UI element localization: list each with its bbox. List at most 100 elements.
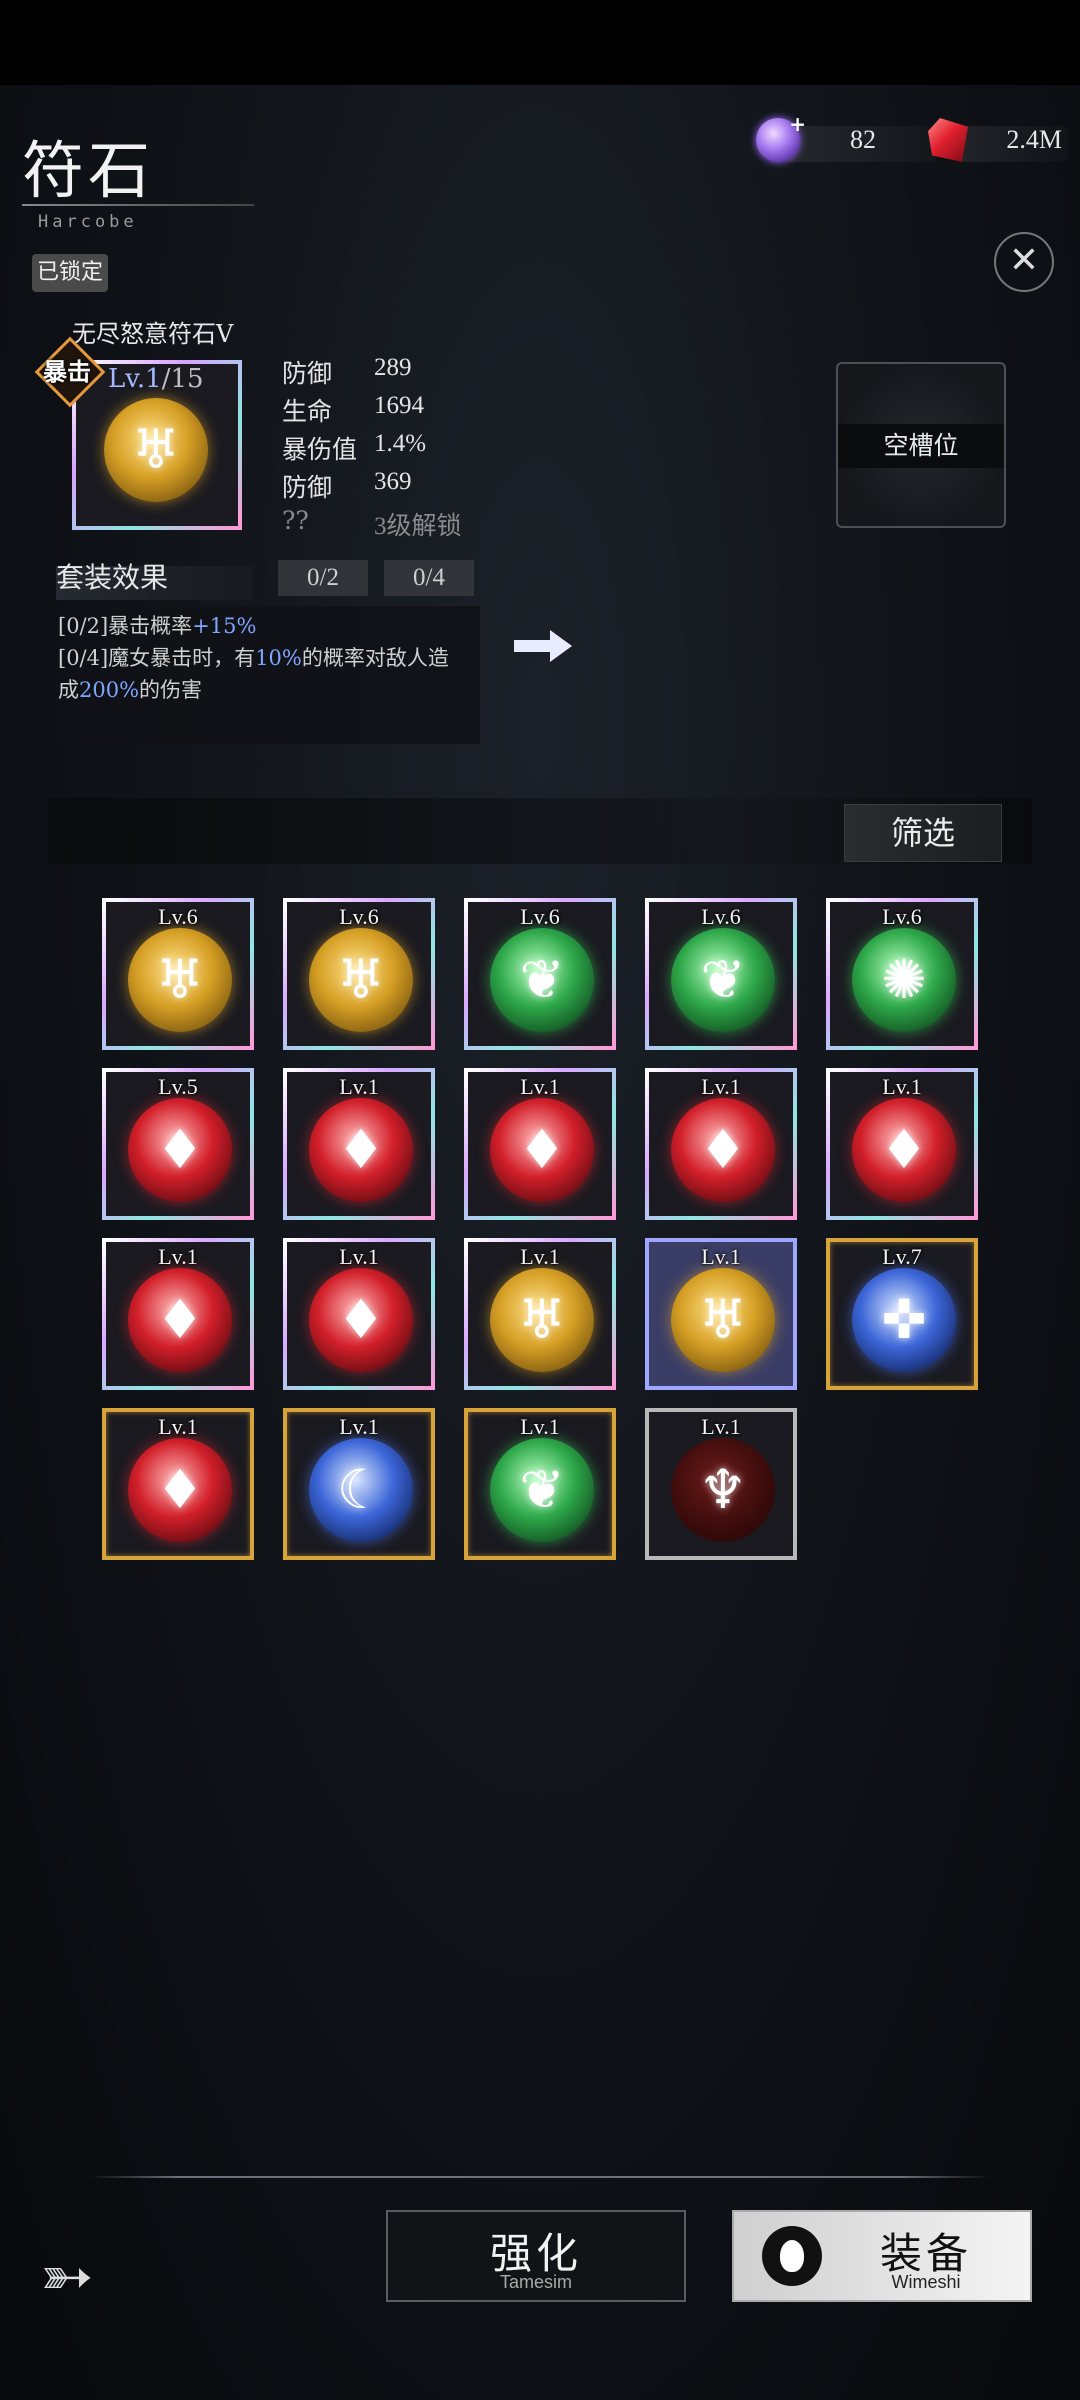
stat-value: 3级解锁 <box>374 513 462 540</box>
stat-key: 防御 <box>282 359 333 388</box>
flame-icon: ♦ <box>852 1098 956 1202</box>
rune-slot[interactable]: Lv.7 ✜ <box>826 1238 978 1390</box>
fang-icon: ♅ <box>309 928 413 1032</box>
rune-slot[interactable]: Lv.1 ♆ <box>645 1408 797 1560</box>
rune-slot-level: Lv.1 <box>520 1074 560 1099</box>
fang-icon: ♅ <box>671 1268 775 1372</box>
rune-slot[interactable]: Lv.6 ♅ <box>283 898 435 1050</box>
rune-slot-level: Lv.1 <box>701 1244 741 1269</box>
rune-slot[interactable]: Lv.1 ♦ <box>464 1068 616 1220</box>
rune-slot[interactable]: Lv.6 ❦ <box>464 898 616 1050</box>
rune-level-max: /15 <box>161 364 204 394</box>
currency-value: 2.4M <box>1006 125 1062 154</box>
flame-icon: ♦ <box>671 1098 775 1202</box>
rune-slot-level: Lv.6 <box>520 904 560 929</box>
rune-slot-level: Lv.1 <box>339 1414 379 1439</box>
empty-slot-label: 空槽位 <box>838 424 1004 468</box>
currency-purple-gem[interactable]: + 82 <box>756 112 936 168</box>
fang-icon: ♅ <box>490 1268 594 1372</box>
divider-line <box>90 2176 990 2178</box>
page-subtitle: Harcobe <box>38 212 138 232</box>
page-title: 符石 <box>22 134 155 207</box>
rune-slot-level: Lv.1 <box>158 1244 198 1269</box>
rune-slot[interactable]: Lv.1 ♅ <box>464 1238 616 1390</box>
set-value: 200% <box>79 678 140 702</box>
drop-icon: ❦ <box>490 1438 594 1542</box>
fang-icon: ♅ <box>128 928 232 1032</box>
crit-badge-label: 暴击 <box>43 358 91 386</box>
stat-key: 暴伤值 <box>282 435 358 464</box>
flame-icon: ♦ <box>490 1098 594 1202</box>
set-counter-2: 0/2 <box>278 560 368 596</box>
stat-row-locked: ?? 3级解锁 <box>282 506 482 542</box>
equip-button[interactable]: 装备 Wimeshi <box>732 2210 1032 2302</box>
stat-value: 289 <box>374 354 412 381</box>
stat-row: 暴伤值 1.4% <box>282 430 482 466</box>
set-line-2: [0/4]魔女暴击时，有10%的概率对敌人造 <box>58 642 480 674</box>
set-effect-description: [0/2]暴击概率+15% [0/4]魔女暴击时，有10%的概率对敌人造 成20… <box>56 606 480 744</box>
set-text: [0/4]魔女暴击时，有 <box>58 646 256 670</box>
equip-sublabel: Wimeshi <box>891 2272 961 2292</box>
rune-slot[interactable]: Lv.6 ♅ <box>102 898 254 1050</box>
stat-value: 1.4% <box>374 430 427 457</box>
rune-slot-level: Lv.1 <box>520 1414 560 1439</box>
flame-icon: ♦ <box>309 1098 413 1202</box>
close-x-icon[interactable]: ✕ <box>994 232 1054 292</box>
currency-red-crystal[interactable]: 2.4M <box>928 118 1068 168</box>
rune-slot[interactable]: Lv.6 ❦ <box>645 898 797 1050</box>
status-bar <box>0 0 1080 85</box>
rune-slot-level: Lv.7 <box>882 1244 922 1269</box>
stat-value: 1694 <box>374 392 424 419</box>
rune-slot-level: Lv.5 <box>158 1074 198 1099</box>
rune-level: Lv.1/15 <box>108 364 204 394</box>
tree-icon: ♆ <box>671 1438 775 1542</box>
rune-slot[interactable]: Lv.1 ♦ <box>102 1238 254 1390</box>
rune-slot[interactable]: Lv.1 ❦ <box>464 1408 616 1560</box>
set-value: 10% <box>255 646 302 670</box>
moon-star-icon: ☾ <box>309 1438 413 1542</box>
set-line-3: 成200%的伤害 <box>58 674 480 706</box>
set-text: 的伤害 <box>139 678 203 702</box>
rune-slot[interactable]: Lv.1 ♦ <box>826 1068 978 1220</box>
locked-toggle-button[interactable]: 已锁定 <box>32 254 108 292</box>
flame-icon: ♦ <box>309 1268 413 1372</box>
red-crystal-icon <box>928 118 968 162</box>
enhance-button[interactable]: 强化 Tamesim <box>386 2210 686 2302</box>
rune-slot[interactable]: Lv.1 ♦ <box>102 1408 254 1560</box>
rune-slot-level: Lv.6 <box>701 904 741 929</box>
set-text: 的概率对敌人造 <box>301 646 449 670</box>
stat-value: 369 <box>374 468 412 495</box>
crit-badge: 暴击 <box>34 336 106 408</box>
rune-slot[interactable]: Lv.5 ♦ <box>102 1068 254 1220</box>
cross-star-icon: ✜ <box>852 1268 956 1372</box>
rune-slot-level: Lv.1 <box>339 1244 379 1269</box>
rune-slot-level: Lv.1 <box>520 1244 560 1269</box>
title-underline <box>22 204 254 206</box>
stat-row: 防御 289 <box>282 354 482 390</box>
stat-key: ?? <box>282 506 309 535</box>
currency-value: 82 <box>850 125 876 154</box>
rune-slot[interactable]: Lv.6 ✺ <box>826 898 978 1050</box>
drop-icon: ❦ <box>490 928 594 1032</box>
rune-slot[interactable]: Lv.1 ♦ <box>645 1068 797 1220</box>
rune-slot-level: Lv.6 <box>882 904 922 929</box>
rune-slot[interactable]: Lv.1 ♦ <box>283 1068 435 1220</box>
arrow-right-icon[interactable] <box>510 626 574 666</box>
stat-row: 防御 369 <box>282 468 482 504</box>
rune-slot[interactable]: Lv.1 ♦ <box>283 1238 435 1390</box>
drop-icon: ❦ <box>671 928 775 1032</box>
filter-button[interactable]: 筛选 <box>844 804 1002 862</box>
rune-slot-level: Lv.1 <box>701 1414 741 1439</box>
set-text: 成 <box>58 678 79 702</box>
rune-slot[interactable]: Lv.1 ♅ <box>645 1238 797 1390</box>
rune-slot-level: Lv.1 <box>339 1074 379 1099</box>
rune-slot-level: Lv.1 <box>882 1074 922 1099</box>
empty-rune-slot[interactable]: 空槽位 <box>836 362 1006 528</box>
stat-row: 生命 1694 <box>282 392 482 428</box>
enhance-sublabel: Tamesim <box>499 2272 572 2292</box>
set-effect-title: 套装效果 <box>56 561 169 594</box>
set-counter-4: 0/4 <box>384 560 474 596</box>
back-arrow-icon[interactable]: ➳ <box>40 2240 120 2340</box>
rune-slot[interactable]: Lv.1 ☾ <box>283 1408 435 1560</box>
swirl-icon: ✺ <box>852 928 956 1032</box>
